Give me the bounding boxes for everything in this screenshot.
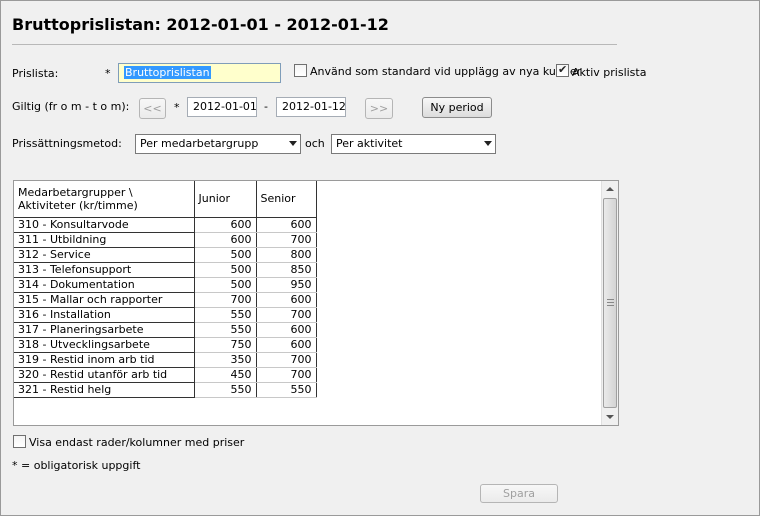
- aktiv-checkbox-label: Aktiv prislista: [572, 66, 647, 79]
- row-activity-name: 310 - Konsultarvode: [14, 217, 195, 233]
- table-row: 315 - Mallar och rapporter 700 600: [14, 292, 317, 308]
- metod-select-1-value: Per medarbetargrupp: [140, 137, 259, 150]
- junior-price-cell[interactable]: 550: [194, 322, 257, 338]
- required-note: * = obligatorisk uppgift: [12, 459, 141, 472]
- row-activity-name: 319 - Restid inom arb tid: [14, 352, 195, 368]
- junior-price-cell[interactable]: 750: [194, 337, 257, 353]
- table-row: 317 - Planeringsarbete 550 600: [14, 322, 317, 338]
- standard-checkbox[interactable]: [294, 64, 307, 77]
- grip-icon: [607, 299, 614, 306]
- date-separator: -: [264, 100, 268, 113]
- arrow-up-icon: [606, 187, 614, 191]
- table-row: 310 - Konsultarvode 600 600: [14, 217, 317, 233]
- junior-price-cell[interactable]: 600: [194, 217, 257, 233]
- table-row: 313 - Telefonsupport 500 850: [14, 262, 317, 278]
- scroll-down-button[interactable]: [602, 409, 618, 425]
- table-row: 316 - Installation 550 700: [14, 307, 317, 323]
- table-row: 312 - Service 500 800: [14, 247, 317, 263]
- table-row: 314 - Dokumentation 500 950: [14, 277, 317, 293]
- from-date-input[interactable]: 2012-01-01: [187, 97, 257, 117]
- page-title: Bruttoprislistan: 2012-01-01 - 2012-01-1…: [12, 15, 389, 34]
- grid-header-junior: Junior: [194, 181, 257, 218]
- arrow-down-icon: [606, 415, 614, 419]
- row-activity-name: 315 - Mallar och rapporter: [14, 292, 195, 308]
- junior-price-cell[interactable]: 700: [194, 292, 257, 308]
- junior-price-cell[interactable]: 500: [194, 277, 257, 293]
- senior-price-cell[interactable]: 700: [256, 307, 317, 323]
- price-list-window: Bruttoprislistan: 2012-01-01 - 2012-01-1…: [0, 0, 760, 516]
- prislista-required-mark: *: [105, 67, 111, 80]
- junior-price-cell[interactable]: 350: [194, 352, 257, 368]
- chevron-down-icon: [289, 141, 297, 146]
- junior-price-cell[interactable]: 450: [194, 367, 257, 383]
- junior-price-cell[interactable]: 550: [194, 382, 257, 398]
- row-activity-name: 312 - Service: [14, 247, 195, 263]
- senior-price-cell[interactable]: 700: [256, 352, 317, 368]
- senior-price-cell[interactable]: 850: [256, 262, 317, 278]
- row-activity-name: 314 - Dokumentation: [14, 277, 195, 293]
- senior-price-cell[interactable]: 600: [256, 292, 317, 308]
- grid-header-name: Medarbetargrupper \ Aktiviteter (kr/timm…: [14, 181, 195, 218]
- scroll-thumb[interactable]: [603, 198, 617, 408]
- row-activity-name: 320 - Restid utanför arb tid: [14, 367, 195, 383]
- metod-select-2-value: Per aktivitet: [336, 137, 403, 150]
- row-activity-name: 317 - Planeringsarbete: [14, 322, 195, 338]
- table-row: 319 - Restid inom arb tid 350 700: [14, 352, 317, 368]
- row-activity-name: 311 - Utbildning: [14, 232, 195, 248]
- grid-body: 310 - Konsultarvode 600 600 311 - Utbildnin…: [14, 217, 317, 398]
- prislista-label: Prislista:: [12, 67, 59, 80]
- senior-price-cell[interactable]: 700: [256, 367, 317, 383]
- senior-price-cell[interactable]: 950: [256, 277, 317, 293]
- prev-period-button[interactable]: <<: [139, 98, 166, 119]
- to-date-input[interactable]: 2012-01-12: [276, 97, 346, 117]
- table-row: 311 - Utbildning 600 700: [14, 232, 317, 248]
- junior-price-cell[interactable]: 500: [194, 247, 257, 263]
- junior-price-cell[interactable]: 550: [194, 307, 257, 323]
- title-divider: [12, 44, 617, 45]
- junior-price-cell[interactable]: 600: [194, 232, 257, 248]
- grid-header-senior: Senior: [256, 181, 317, 218]
- giltig-label: Giltig (fr o m - t o m):: [12, 100, 130, 113]
- chevron-down-icon: [484, 141, 492, 146]
- price-grid: Medarbetargrupper \ Aktiviteter (kr/timm…: [13, 180, 619, 426]
- metod-select-2[interactable]: Per aktivitet: [331, 134, 496, 154]
- senior-price-cell[interactable]: 550: [256, 382, 317, 398]
- row-activity-name: 321 - Restid helg: [14, 382, 195, 398]
- visa-endast-checkbox[interactable]: [13, 435, 26, 448]
- metod-label: Prissättningsmetod:: [12, 137, 122, 150]
- row-activity-name: 316 - Installation: [14, 307, 195, 323]
- table-row: 321 - Restid helg 550 550: [14, 382, 317, 398]
- giltig-required-mark: *: [174, 101, 180, 114]
- price-table: Medarbetargrupper \ Aktiviteter (kr/timm…: [14, 181, 317, 398]
- senior-price-cell[interactable]: 600: [256, 337, 317, 353]
- senior-price-cell[interactable]: 800: [256, 247, 317, 263]
- senior-price-cell[interactable]: 600: [256, 217, 317, 233]
- senior-price-cell[interactable]: 700: [256, 232, 317, 248]
- standard-checkbox-label: Använd som standard vid upplägg av nya k…: [310, 65, 582, 78]
- grid-header-name-line1: Medarbetargrupper \: [18, 185, 133, 199]
- row-activity-name: 318 - Utvecklingsarbete: [14, 337, 195, 353]
- prislista-input-value: Bruttoprislistan: [124, 66, 211, 79]
- och-label: och: [305, 137, 325, 150]
- row-activity-name: 313 - Telefonsupport: [14, 262, 195, 278]
- senior-price-cell[interactable]: 600: [256, 322, 317, 338]
- table-row: 320 - Restid utanför arb tid 450 700: [14, 367, 317, 383]
- scroll-up-button[interactable]: [602, 181, 618, 197]
- ny-period-button[interactable]: Ny period: [422, 97, 492, 118]
- grid-header-row: Medarbetargrupper \ Aktiviteter (kr/timm…: [14, 181, 317, 218]
- next-period-button[interactable]: >>: [365, 98, 393, 119]
- junior-price-cell[interactable]: 500: [194, 262, 257, 278]
- metod-select-1[interactable]: Per medarbetargrupp: [135, 134, 301, 154]
- spara-button[interactable]: Spara: [480, 484, 558, 503]
- visa-endast-label: Visa endast rader/kolumner med priser: [29, 436, 245, 449]
- grid-header-name-line2: Aktiviteter (kr/timme): [18, 198, 138, 212]
- table-row: 318 - Utvecklingsarbete 750 600: [14, 337, 317, 353]
- prislista-input[interactable]: Bruttoprislistan: [118, 63, 281, 83]
- aktiv-checkbox[interactable]: [556, 63, 569, 77]
- vertical-scrollbar[interactable]: [601, 181, 618, 425]
